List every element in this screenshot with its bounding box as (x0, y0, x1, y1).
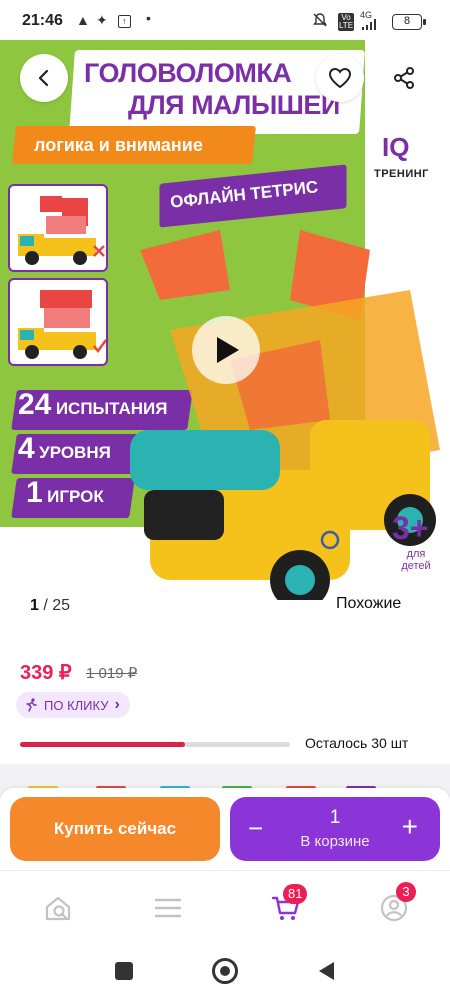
stat2-label: УРОВНЯ (39, 443, 111, 462)
old-price: 1 019 ₽ (86, 665, 138, 682)
buy-now-button[interactable]: Купить сейчас (10, 797, 220, 861)
status-time: 21:46 (22, 12, 63, 29)
signal-icon (360, 18, 380, 35)
gallery-counter-total: 25 (52, 597, 71, 614)
nav-catalog[interactable] (148, 888, 188, 928)
back-button[interactable] (20, 54, 68, 102)
running-person-icon (26, 698, 37, 712)
mute-icon (312, 12, 328, 31)
image-thumb-wrong (8, 184, 108, 272)
stock-progress-fill (20, 742, 185, 747)
profile-notification-badge: 3 (396, 882, 416, 902)
gallery-counter-current: 1 (30, 597, 39, 614)
age-sublabel: для детей (401, 548, 431, 572)
back-arrow-icon (38, 69, 49, 87)
notification-icon: ▲ (76, 12, 90, 28)
share-icon (394, 67, 414, 89)
dot-icon: • (146, 10, 151, 26)
cart-count-badge: 81 (283, 884, 308, 904)
image-subtitle: логика и внимание (34, 135, 203, 155)
cart-quantity-control: − 1 В корзине + (230, 797, 440, 861)
stock-progress (20, 742, 290, 747)
status-bar: 21:46 ▲ ✦ ↑ • Vo LTE 4G 8 (0, 0, 450, 44)
favorite-button[interactable] (316, 54, 364, 102)
menu-icon (154, 898, 182, 918)
stat3-number: 1 (26, 476, 43, 509)
similar-link[interactable]: Похожие (336, 595, 401, 613)
system-navigation-bar (0, 942, 450, 1000)
stat3-label: ИГРОК (47, 487, 104, 506)
stat1-number: 24 (18, 388, 52, 421)
promo-chip[interactable]: ПО КЛИКУ › (16, 692, 130, 718)
brand-logo: IQ (382, 132, 409, 163)
share-button[interactable] (380, 54, 428, 102)
increase-quantity-button[interactable]: + (402, 813, 418, 841)
play-icon (217, 337, 239, 363)
promo-label: ПО КЛИКУ (44, 697, 109, 713)
brand-sub: ТРЕНИНГ (374, 168, 429, 180)
stat2-number: 4 (18, 432, 35, 465)
gallery-counter-separator: / (38, 597, 53, 614)
volte-icon: Vo LTE (338, 13, 354, 31)
image-title-line2: ДЛЯ МАЛЫШЕЙ (128, 90, 340, 120)
recent-apps-button[interactable] (115, 962, 133, 980)
stock-remaining: Осталось 30 шт (305, 735, 409, 751)
stat2: 4 УРОВНЯ (18, 432, 111, 466)
chevron-right-icon: › (114, 696, 120, 713)
emblem-icon: ✦ (96, 12, 108, 28)
home-button-dot (220, 966, 230, 976)
image-thumb-correct (8, 278, 108, 366)
home-search-icon (45, 896, 71, 921)
heart-icon (328, 67, 352, 89)
brand-iq: IQ (382, 132, 410, 162)
image-title-line1: ГОЛОВОЛОМКА (84, 58, 292, 88)
battery-level: 8 (403, 15, 411, 27)
battery-indicator: 8 (392, 14, 426, 30)
product-gallery[interactable]: ГОЛОВОЛОМКА ДЛЯ МАЛЫШЕЙ логика и внимани… (0, 40, 450, 600)
play-video-button[interactable] (192, 316, 260, 384)
nav-home[interactable] (38, 888, 78, 928)
gallery-counter: 1 / 25 (30, 597, 70, 615)
age-label: 3+ (392, 510, 429, 546)
home-button[interactable] (212, 958, 238, 984)
stat3: 1 ИГРОК (26, 476, 104, 510)
upload-icon: ↑ (118, 15, 131, 28)
current-price: 339 ₽ (20, 662, 72, 684)
back-triangle-icon[interactable] (316, 960, 336, 982)
